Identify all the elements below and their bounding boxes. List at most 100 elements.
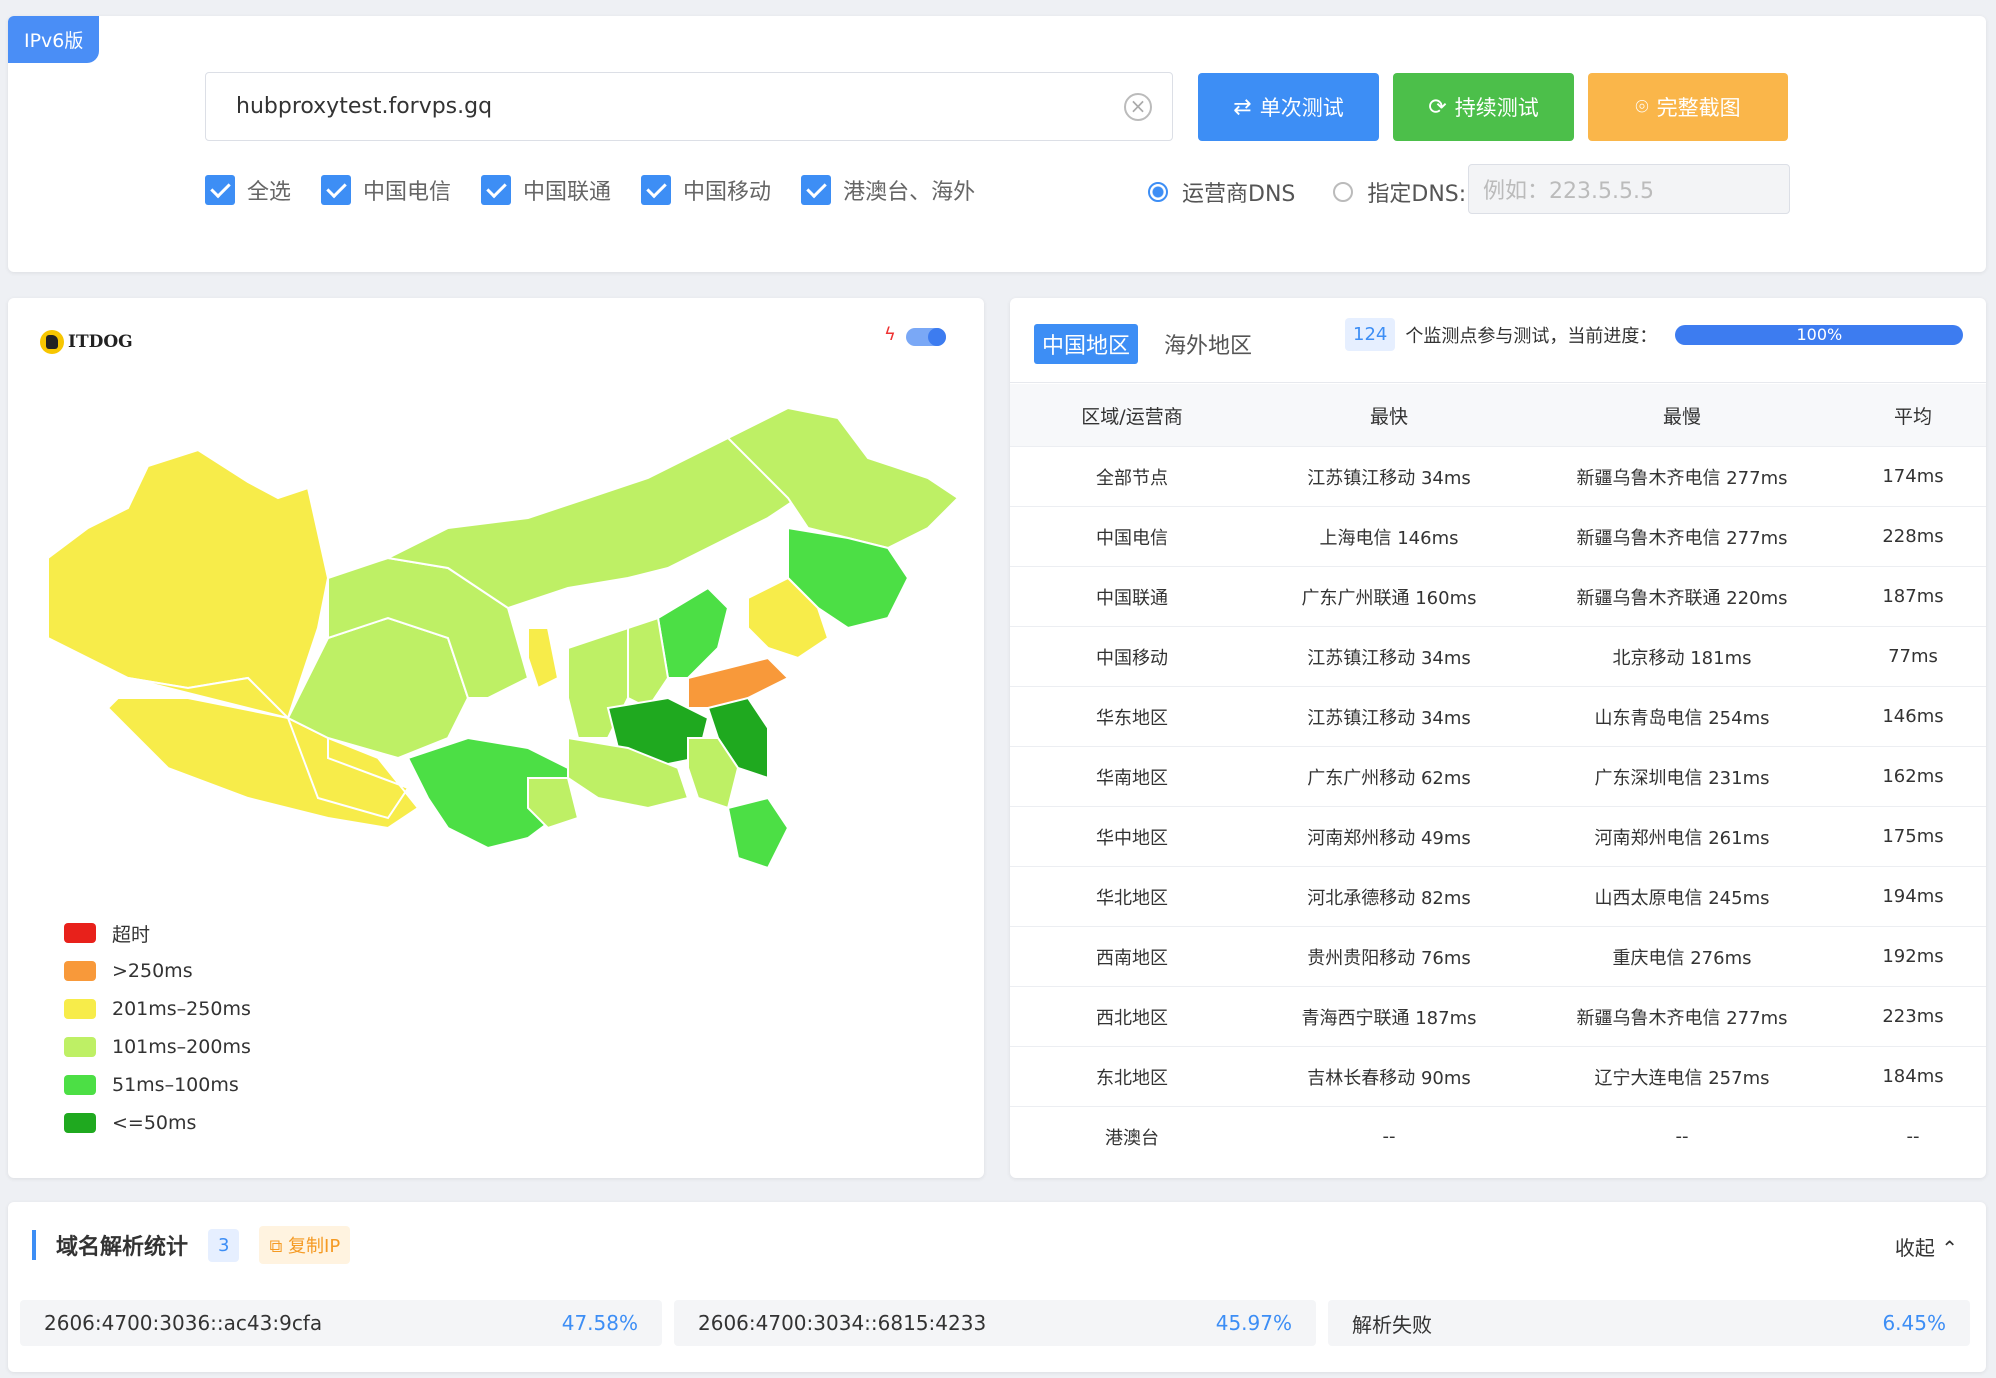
table-row: 华北地区 河北承德移动 82ms 山西太原电信 245ms 194ms (1010, 866, 1986, 926)
legend-item: 51ms–100ms (64, 1066, 251, 1104)
table-cell: 174ms (1882, 466, 1944, 487)
column-header: 区域/运营商 (1081, 405, 1183, 428)
radio-carrier-dns[interactable] (1148, 182, 1168, 202)
table-cell: 河北承德移动 82ms (1307, 887, 1471, 909)
dns-stats-header: 域名解析统计 3 ⧉ 复制IP (32, 1226, 351, 1264)
map-card: ITDOG ϟ 超时 >250ms 201ms–250ms 101ms–200m… (8, 298, 984, 1178)
table-cell: 东北地区 (1096, 1067, 1168, 1089)
table-cell: 77ms (1888, 646, 1938, 667)
table-row: 中国联通 广东广州联通 160ms 新疆乌鲁木齐联通 220ms 187ms (1010, 566, 1986, 626)
ip-percentage: 47.58% (561, 1311, 638, 1335)
ip-list: 2606:4700:3036::ac43:9cfa 47.58% 2606:470… (20, 1300, 1970, 1346)
carrier-dns-label: 运营商DNS (1182, 182, 1296, 207)
legend-swatch (64, 999, 96, 1019)
dog-icon (40, 330, 64, 354)
table-cell: 江苏镇江移动 34ms (1307, 707, 1471, 729)
region-ningxia (527, 627, 560, 690)
checkbox-label: 全选 (247, 180, 292, 205)
test-config-card: IPv6版 hubproxytest.forvps.gq × ⇄ 单次测试 ⟳ … (8, 16, 1986, 272)
checkbox-overseas[interactable]: 港澳台、海外 (801, 174, 975, 206)
table-row: 西北地区 青海西宁联通 187ms 新疆乌鲁木齐电信 277ms 223ms (1010, 986, 1986, 1046)
tab-overseas[interactable]: 海外地区 (1156, 324, 1260, 364)
table-cell: 中国移动 (1096, 647, 1168, 669)
legend-item: 201ms–250ms (64, 990, 251, 1028)
checkbox-box[interactable] (481, 175, 512, 205)
marker-toggle[interactable] (906, 328, 946, 346)
ip-item: 2606:4700:3034::6815:4233 45.97% (674, 1300, 1316, 1346)
table-cell: 中国联通 (1096, 587, 1168, 609)
checkbox-mobile[interactable]: 中国移动 (641, 174, 771, 206)
checkbox-select-all[interactable]: 全选 (205, 174, 291, 206)
checkbox-label: 港澳台、海外 (843, 180, 976, 205)
legend-item: 101ms–200ms (64, 1028, 251, 1066)
table-cell: 青海西宁联通 187ms (1301, 1007, 1477, 1029)
copy-ip-label: 复制IP (288, 1236, 341, 1257)
clear-icon[interactable]: × (1124, 93, 1152, 121)
domain-input[interactable]: hubproxytest.forvps.gq × (205, 72, 1173, 141)
table-cell: -- (1906, 1126, 1920, 1147)
collapse-button[interactable]: 收起 ⌃ (1895, 1232, 1958, 1261)
accent-bar (32, 1230, 36, 1260)
copy-ip-button[interactable]: ⧉ 复制IP (259, 1226, 351, 1264)
checkbox-box[interactable] (321, 175, 352, 205)
custom-dns-label: 指定DNS: (1367, 182, 1467, 207)
checkbox-telecom[interactable]: 中国电信 (321, 174, 451, 206)
table-row: 华中地区 河南郑州移动 49ms 河南郑州电信 261ms 175ms (1010, 806, 1986, 866)
ip-item: 2606:4700:3036::ac43:9cfa 47.58% (20, 1300, 662, 1346)
table-row: 中国电信 上海电信 146ms 新疆乌鲁木齐电信 277ms 228ms (1010, 506, 1986, 566)
legend-swatch (64, 1113, 96, 1133)
lightning-icon: ϟ (884, 324, 896, 345)
progress-line: 124 个监测点参与测试，当前进度： 100% (1345, 318, 1964, 351)
table-cell: 新疆乌鲁木齐电信 277ms (1576, 467, 1788, 489)
table-header: 区域/运营商 最快 最慢 平均 (1010, 384, 1986, 446)
table-row: 华东地区 江苏镇江移动 34ms 山东青岛电信 254ms 146ms (1010, 686, 1986, 746)
table-cell: 162ms (1882, 766, 1944, 787)
table-cell: 江苏镇江移动 34ms (1307, 467, 1471, 489)
refresh-icon: ⇄ (1233, 94, 1252, 120)
legend-label: 超时 (112, 923, 151, 946)
camera-icon: ⌾ (1635, 94, 1649, 120)
custom-dns-placeholder: 例如：223.5.5.5 (1483, 179, 1654, 204)
table-cell: 华北地区 (1096, 887, 1168, 909)
monitor-count-badge: 124 (1345, 318, 1396, 351)
table-cell: 山东青岛电信 254ms (1594, 707, 1770, 729)
table-cell: 187ms (1882, 586, 1944, 607)
legend-label: >250ms (112, 960, 193, 982)
ip-count-badge: 3 (208, 1228, 240, 1262)
legend-swatch (64, 961, 96, 981)
latency-legend: 超时 >250ms 201ms–250ms 101ms–200ms 51ms–1… (64, 914, 251, 1142)
single-test-button[interactable]: ⇄ 单次测试 (1198, 73, 1379, 141)
dns-options: 运营商DNS 指定DNS: (1148, 176, 1466, 208)
checkbox-box[interactable] (641, 175, 672, 205)
column-header: 最慢 (1662, 405, 1701, 428)
table-cell: 吉林长春移动 90ms (1307, 1067, 1471, 1089)
table-cell: 河南郑州移动 49ms (1307, 827, 1471, 849)
table-cell: 辽宁大连电信 257ms (1594, 1067, 1770, 1089)
ip-percentage: 6.45% (1882, 1311, 1946, 1335)
table-cell: 184ms (1882, 1066, 1944, 1087)
radio-custom-dns[interactable] (1333, 182, 1354, 202)
column-header: 平均 (1893, 405, 1932, 428)
progress-bar: 100% (1675, 324, 1964, 345)
table-cell: 175ms (1882, 826, 1944, 847)
table-cell: 新疆乌鲁木齐联通 220ms (1576, 587, 1788, 609)
china-latency-map[interactable] (28, 378, 968, 918)
continuous-test-button[interactable]: ⟳ 持续测试 (1393, 73, 1574, 141)
table-cell: 江苏镇江移动 34ms (1307, 647, 1471, 669)
region-xinjiang (47, 448, 330, 720)
screenshot-button[interactable]: ⌾ 完整截图 (1588, 73, 1788, 141)
checkbox-label: 中国联通 (523, 180, 612, 205)
checkbox-unicom[interactable]: 中国联通 (481, 174, 611, 206)
tab-china[interactable]: 中国地区 (1034, 324, 1139, 364)
table-cell: 广东广州移动 62ms (1307, 767, 1471, 789)
stats-card: 中国地区 海外地区 124 个监测点参与测试，当前进度： 100% 区域/运营商… (1010, 298, 1986, 1178)
table-cell: 西北地区 (1096, 1007, 1168, 1029)
checkbox-box[interactable] (801, 175, 832, 205)
checkbox-box[interactable] (205, 175, 235, 205)
legend-item: <=50ms (64, 1104, 251, 1142)
table-cell: 山西太原电信 245ms (1594, 887, 1770, 909)
ipv6-version-tag[interactable]: IPv6版 (8, 16, 100, 63)
ip-address: 解析失败 (1352, 1312, 1432, 1337)
custom-dns-input[interactable]: 例如：223.5.5.5 (1468, 164, 1790, 214)
legend-label: 51ms–100ms (112, 1074, 239, 1096)
